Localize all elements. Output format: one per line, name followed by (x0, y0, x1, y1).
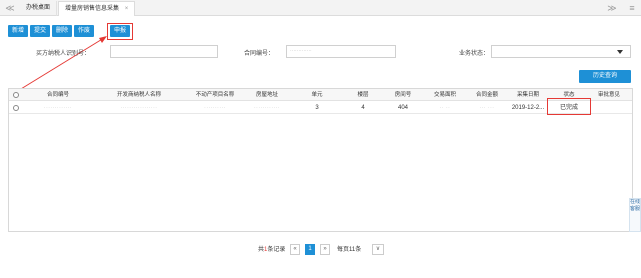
contract-number-cell: ············· (43, 105, 73, 111)
page-size-label: 每页11条 (337, 247, 362, 253)
online-service-label: 在线客服 (630, 199, 641, 212)
total-records-text: 共1条记录 (258, 244, 285, 255)
table-row[interactable]: ············· ················· ········… (9, 102, 632, 114)
column-header: 合同编号 (46, 92, 69, 98)
column-header: 房屋地址 (255, 92, 278, 98)
collection-date-cell: 2019-12-2... (511, 105, 545, 111)
grid-header: 合同编号 开发商纳税人名称 不动产项目名称 房屋地址 单元 楼层 房间号 交易面… (9, 89, 632, 101)
column-header: 审批意见 (597, 92, 620, 98)
first-page-button[interactable]: « (290, 244, 300, 255)
history-query-button[interactable]: 历史查询 (579, 70, 631, 83)
total-suffix: 条记录 (267, 247, 286, 253)
developer-name-cell: ················· (120, 105, 158, 111)
page-size-dropdown-icon[interactable]: ∨ (372, 244, 384, 255)
project-name-cell: ·········· (204, 105, 226, 111)
status-highlight (547, 98, 591, 115)
buyer-taxpayer-id-label: 买方纳税人识别号： (36, 51, 91, 57)
online-service-widget[interactable]: 在线客服 (629, 198, 641, 232)
row-select-radio[interactable] (13, 105, 19, 111)
column-header: 合同金额 (475, 92, 498, 98)
business-status-select[interactable] (491, 45, 631, 58)
last-page-button[interactable]: » (320, 244, 330, 255)
unit-cell: 3 (315, 105, 319, 111)
floor-cell: 4 (361, 105, 365, 111)
column-header: 交易面积 (433, 92, 456, 98)
data-grid: 合同编号 开发商纳税人名称 不动产项目名称 房屋地址 单元 楼层 房间号 交易面… (8, 88, 633, 232)
column-header: 不动产项目名称 (195, 92, 235, 98)
header-select-radio[interactable] (13, 92, 19, 98)
approval-opinion-cell (589, 102, 629, 114)
column-header: 开发商纳税人名称 (116, 92, 161, 98)
current-page-button[interactable]: 1 (305, 244, 315, 255)
address-cell: ············ (254, 105, 280, 111)
contract-number-input[interactable]: ············· (286, 45, 396, 58)
buyer-taxpayer-id-input[interactable] (110, 45, 218, 58)
column-header: 房间号 (394, 92, 412, 98)
area-cell: ·· ·· (439, 105, 451, 111)
contract-number-label: 合同编号： (244, 51, 275, 57)
column-header: 采集日期 (516, 92, 539, 98)
room-number-cell: 404 (397, 105, 408, 111)
chevron-down-icon[interactable] (617, 50, 623, 54)
column-header: 楼层 (357, 92, 369, 98)
column-header: 单元 (311, 92, 323, 98)
business-status-label: 业务状态： (459, 51, 490, 57)
amount-cell: ··· ··· (479, 105, 495, 111)
